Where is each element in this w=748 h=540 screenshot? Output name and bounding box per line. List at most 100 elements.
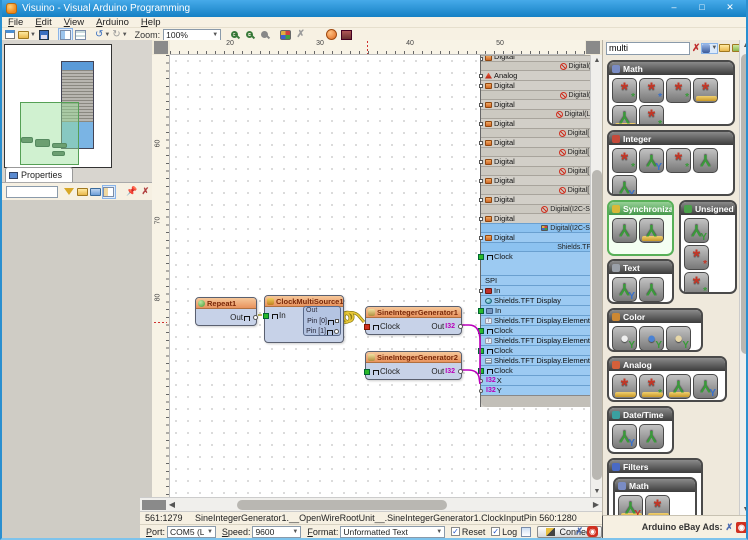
palette-component-icon[interactable]: Y	[693, 148, 718, 173]
save-button[interactable]	[38, 29, 51, 41]
board-channel-header[interactable]: Shields.TFT	[481, 242, 590, 251]
category-header[interactable]: Unsigned	[681, 202, 735, 215]
palette-component-icon[interactable]: Y	[666, 374, 691, 399]
board-pin-connector[interactable]	[479, 84, 483, 88]
palette-component-icon[interactable]: *	[612, 374, 637, 399]
category-header[interactable]: Math	[609, 62, 733, 75]
port-select[interactable]: COM5 (L▼	[167, 526, 216, 538]
zoom-select[interactable]: 100%▼	[163, 29, 221, 41]
palette-component-icon[interactable]: *	[645, 495, 670, 515]
category-header[interactable]: Math	[615, 479, 695, 492]
category-header[interactable]: Text	[609, 261, 672, 274]
canvas-horizontal-scrollbar[interactable]: ◀▶	[140, 497, 602, 511]
zoom-in-button[interactable]: +	[228, 29, 241, 41]
pin-gen2-clock[interactable]	[364, 369, 370, 375]
board-channel-header[interactable]: Digital[ 1	[481, 147, 590, 156]
board-pin-digital[interactable]: Digital	[481, 232, 590, 242]
palette-component-icon[interactable]: Y	[612, 218, 637, 243]
properties-filter-input[interactable]	[6, 186, 58, 198]
board-pin-connector[interactable]	[478, 254, 484, 260]
zoom-reset-button[interactable]	[258, 29, 271, 41]
board-pin-connector[interactable]	[479, 236, 483, 240]
board-pin-digital[interactable]: Digital	[481, 194, 590, 204]
palette-component-icon[interactable]: ●Y	[666, 326, 691, 351]
category-header[interactable]: Analog	[609, 358, 725, 371]
component-sineintegergenerator1[interactable]: SineIntegerGenerator1 Clock OutI32	[365, 306, 462, 335]
board-pin-connector[interactable]	[478, 328, 484, 334]
board-pin-spi[interactable]: SPI	[481, 275, 590, 285]
palette-component-icon[interactable]: Y	[639, 277, 664, 302]
palette-component-icon[interactable]: YY	[684, 218, 709, 243]
delete-button[interactable]: ✗	[294, 29, 307, 41]
board-pin-shields.tft display.elements.dra[interactable]: TShields.TFT Display.Elements.Dra	[481, 315, 590, 325]
category-header[interactable]: Integer	[609, 132, 733, 145]
board-pin-connector[interactable]	[478, 348, 484, 354]
board-pin-digital[interactable]: Digital	[481, 99, 590, 109]
board-channel-header[interactable]: Digital[ 1	[481, 185, 590, 194]
board-pin-connector[interactable]	[479, 389, 483, 393]
palette-search-input[interactable]	[606, 42, 690, 55]
close-ads-icon[interactable]: ✗	[725, 522, 733, 533]
palette-component-icon[interactable]: **	[684, 245, 709, 270]
hscroll-thumb[interactable]	[237, 500, 447, 510]
board-pin-shields.tft display[interactable]: Shields.TFT Display	[481, 295, 590, 305]
palette-component-icon[interactable]: *	[693, 78, 718, 103]
board-pin-in[interactable]: In	[481, 285, 590, 295]
palette-component-icon[interactable]: ●Y	[639, 326, 664, 351]
menu-file[interactable]: File	[2, 17, 29, 28]
board-channel-header[interactable]: Digital(I2C-SD	[481, 204, 590, 213]
maximize-button[interactable]: □	[688, 1, 716, 14]
menu-edit[interactable]: Edit	[29, 17, 57, 28]
palette-component-icon[interactable]: **	[666, 148, 691, 173]
disconnect-icon[interactable]: ✗	[575, 526, 583, 537]
help-icon[interactable]	[325, 29, 338, 41]
board-pin-clock[interactable]: Clock	[481, 325, 590, 335]
palette-component-icon[interactable]: Y	[639, 218, 664, 243]
palette-component-icon[interactable]: YY	[612, 424, 637, 449]
format-select[interactable]: Unformatted Text▼	[340, 526, 445, 538]
pin-gen1-clock[interactable]	[364, 324, 370, 330]
board-pin-digital[interactable]: Digital	[481, 213, 590, 223]
palette-component-icon[interactable]: Y	[612, 105, 637, 126]
dock-panel-icon[interactable]	[103, 186, 114, 198]
board-pin-digital[interactable]: Digital	[481, 137, 590, 147]
filter-mode-icon[interactable]: ▼	[702, 44, 717, 53]
board-pin-digital[interactable]: Digital	[481, 118, 590, 128]
board-channel-header[interactable]: Digital[ 1	[481, 166, 590, 175]
menu-help[interactable]: Help	[135, 17, 167, 28]
collapse-all-icon[interactable]	[90, 186, 101, 198]
component-sineintegergenerator2[interactable]: SineIntegerGenerator2 Clock OutI32	[365, 351, 462, 380]
board-pin-connector[interactable]	[479, 289, 483, 293]
canvas-vertical-scrollbar[interactable]: ▲▼	[590, 55, 602, 497]
palette-component-icon[interactable]: **	[612, 78, 637, 103]
palette-component-icon[interactable]: **	[612, 148, 637, 173]
toggle-left-panel-button[interactable]	[59, 29, 72, 41]
palette-component-icon[interactable]: YY	[612, 277, 637, 302]
palette-component-icon[interactable]: YY	[618, 495, 643, 515]
board-pin-digital[interactable]: Digital	[481, 175, 590, 185]
toggle-grid-button[interactable]	[74, 29, 87, 41]
pin-repeat1-out[interactable]	[253, 315, 258, 320]
palette-component-icon[interactable]: YY	[612, 175, 637, 196]
category-header[interactable]: Synchronization	[609, 202, 672, 215]
component-clockmultisource1[interactable]: ClockMultiSource1 In Out Pin [0] Pin [1]	[264, 295, 344, 343]
board-pin-connector[interactable]	[478, 368, 484, 374]
filter-icon[interactable]	[63, 186, 74, 198]
pin-clockmulti-in[interactable]	[263, 313, 269, 319]
palette-component-icon[interactable]: **	[684, 272, 709, 294]
palette-scrollbar[interactable]: ▲▼	[739, 40, 748, 515]
properties-tab[interactable]: Properties	[5, 167, 73, 182]
menu-view[interactable]: View	[58, 17, 90, 28]
board-pin-clock[interactable]: Clock	[481, 251, 590, 261]
board-pin-connector[interactable]	[479, 198, 483, 202]
board-pin-y[interactable]: I32Y	[481, 385, 590, 395]
board-pin-x[interactable]: I32X	[481, 375, 590, 385]
board-pin-connector[interactable]	[479, 103, 483, 107]
minimap-viewport[interactable]	[20, 102, 79, 165]
board-channel-header[interactable]: Digital(I2C-SC	[481, 223, 590, 232]
reset-checkbox[interactable]: ✓	[451, 527, 460, 536]
board-pin-shields.tft display.elements.dra[interactable]: Shields.TFT Display.Elements.Dra	[481, 355, 590, 365]
board-pin-analog[interactable]: Analog	[481, 70, 590, 80]
redo-button[interactable]: ↻▼	[112, 29, 127, 41]
zoom-out-button[interactable]: −	[243, 29, 256, 41]
